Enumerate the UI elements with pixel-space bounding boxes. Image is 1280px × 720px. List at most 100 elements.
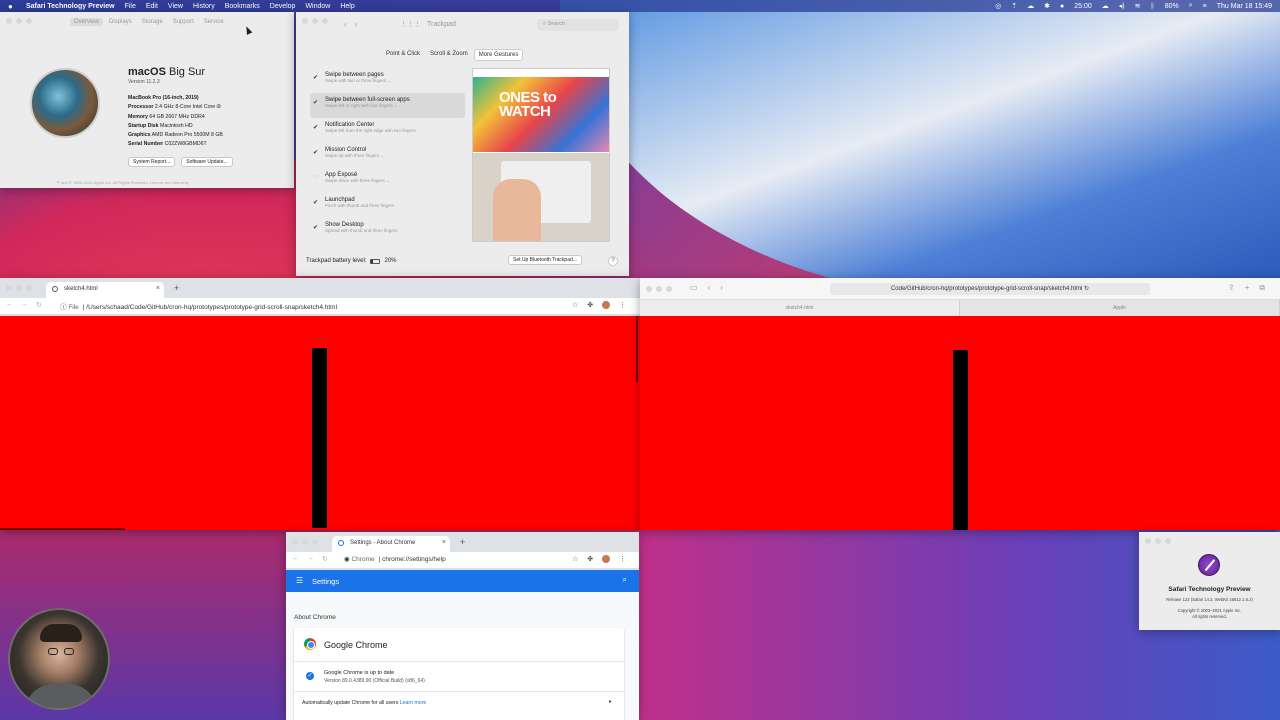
search-field[interactable]: ⌕ Search (537, 19, 619, 31)
browser-tab[interactable]: Settings - About Chrome × (332, 536, 450, 552)
window-controls[interactable] (1145, 538, 1171, 544)
vertical-scrollbar[interactable] (636, 316, 638, 382)
checkbox[interactable]: ✔ (313, 99, 318, 106)
back-icon[interactable]: ‹ (344, 20, 347, 29)
window-controls[interactable] (6, 18, 32, 24)
tab-storage[interactable]: Storage (138, 18, 167, 26)
address-bar[interactable]: ◉ Chrome | chrome://settings/help (344, 555, 446, 563)
browser-tab[interactable]: sketch4.html (640, 300, 960, 316)
menu-file[interactable]: File (125, 3, 136, 10)
upload-icon[interactable]: ☁ (1102, 2, 1109, 10)
search-icon[interactable]: ⌕ (1189, 2, 1193, 10)
gesture-option[interactable]: ✔ Swipe between full-screen apps Swipe lef… (310, 93, 465, 118)
tab-overview[interactable]: Overview (70, 18, 104, 26)
checkbox[interactable]: ✔ (313, 149, 318, 156)
extensions-icon[interactable]: ✤ (587, 555, 593, 563)
chevron-right-icon[interactable]: ▸ (609, 698, 612, 705)
hamburger-menu-icon[interactable]: ☰ (296, 576, 303, 585)
forward-icon[interactable]: → (21, 301, 28, 309)
back-icon[interactable]: ‹ (708, 283, 711, 292)
window-controls[interactable] (292, 539, 318, 545)
window-controls[interactable] (646, 286, 672, 292)
bookmark-star-icon[interactable]: ☆ (572, 301, 578, 309)
battery-status[interactable]: 80% (1165, 3, 1179, 10)
checkbox[interactable]: ✔ (313, 74, 318, 81)
menu-window[interactable]: Window (305, 3, 330, 10)
gear-icon[interactable]: ✱ (1044, 2, 1050, 10)
control-center-icon[interactable]: ≡ (1203, 3, 1207, 10)
menu-edit[interactable]: Edit (146, 3, 158, 10)
auto-update-row[interactable]: Automatically update Chrome for all user… (302, 700, 426, 706)
close-tab-icon[interactable]: × (156, 285, 160, 292)
extensions-icon[interactable]: ✤ (587, 301, 593, 309)
help-button[interactable]: ? (608, 256, 618, 266)
gesture-option[interactable]: ✔ Swipe between pages Swipe with two or th… (310, 68, 465, 93)
tab-displays[interactable]: Displays (105, 18, 136, 26)
browser-tab[interactable]: Apple (960, 300, 1280, 316)
tab-service[interactable]: Service (200, 18, 228, 26)
system-report-button[interactable]: System Report... (128, 157, 176, 167)
gesture-option[interactable]: ○ App Exposé Swipe down with three fingers… (310, 168, 465, 193)
new-tab-icon[interactable]: + (174, 283, 179, 293)
page-content[interactable] (0, 316, 640, 530)
close-tab-icon[interactable]: × (442, 539, 446, 546)
bluetooth-icon[interactable]: ᛒ (1151, 3, 1155, 10)
back-icon[interactable]: ← (6, 301, 13, 309)
menu-help[interactable]: Help (340, 3, 354, 10)
checkbox[interactable]: ✔ (313, 199, 318, 206)
menu-history[interactable]: History (193, 3, 215, 10)
window-controls[interactable] (6, 285, 32, 291)
gesture-option[interactable]: ✔ Launchpad Pinch with thumb and three fin… (310, 193, 465, 218)
forward-icon[interactable]: → (307, 555, 314, 563)
browser-tab[interactable]: sketch4.html × (46, 282, 164, 298)
menu-develop[interactable]: Develop (270, 3, 296, 10)
volume-icon[interactable]: ◂) (1119, 2, 1125, 10)
clock[interactable]: Thu Mar 18 15:49 (1217, 3, 1272, 10)
setup-bluetooth-trackpad-button[interactable]: Set Up Bluetooth Trackpad... (508, 255, 582, 265)
menu-bookmarks[interactable]: Bookmarks (225, 3, 260, 10)
forward-icon[interactable]: › (720, 283, 723, 292)
sidebar-icon[interactable]: ▭ (690, 283, 698, 292)
reload-icon[interactable]: ↻ (36, 301, 42, 309)
bookmark-star-icon[interactable]: ☆ (572, 555, 578, 563)
menu-icon[interactable]: ⋮ (619, 555, 626, 563)
tab-overview-icon[interactable]: ⧉ (1259, 283, 1265, 293)
status-icon[interactable]: ● (1060, 3, 1064, 10)
profile-avatar[interactable] (602, 555, 611, 563)
profile-avatar[interactable] (602, 301, 611, 309)
tab-support[interactable]: Support (169, 18, 198, 26)
tab-scroll-zoom[interactable]: Scroll & Zoom (426, 49, 472, 61)
checkbox[interactable]: ✔ (313, 124, 318, 131)
back-icon[interactable]: ← (292, 555, 299, 563)
software-update-button[interactable]: Software Update... (181, 157, 233, 167)
reload-icon[interactable]: ↻ (322, 555, 328, 563)
cloud-icon[interactable]: ☁ (1027, 2, 1034, 10)
checkbox[interactable]: ✔ (313, 224, 318, 231)
new-tab-icon[interactable]: + (460, 537, 465, 547)
horizontal-scrollbar[interactable] (0, 528, 125, 530)
forward-icon[interactable]: › (355, 20, 358, 29)
checkbox[interactable]: ○ (313, 174, 317, 180)
page-content[interactable] (640, 316, 1280, 530)
address-bar[interactable]: ⓘ File | /Users/schaad/Code/GitHub/cron-h… (60, 301, 337, 311)
apple-menu-icon[interactable]: ● (8, 2, 18, 11)
gesture-option[interactable]: ✔ Show Desktop Spread with thumb and three… (310, 218, 465, 243)
status-icon[interactable]: ◎ (995, 2, 1001, 10)
status-icon[interactable]: ⇡ (1011, 2, 1017, 10)
share-icon[interactable]: ⇪ (1228, 283, 1235, 293)
address-bar[interactable]: Code/GitHub/cron-hq/prototypes/prototype… (830, 283, 1150, 295)
menu-icon[interactable]: ⋮ (619, 301, 626, 309)
search-icon[interactable]: ⌕ (623, 575, 627, 585)
learn-more-link[interactable]: Learn more (400, 700, 427, 706)
gesture-option[interactable]: ✔ Mission Control Swipe up with three fing… (310, 143, 465, 168)
timer-badge[interactable]: 25:00 (1074, 3, 1092, 10)
window-controls[interactable] (302, 18, 328, 24)
gesture-option[interactable]: ✔ Notification Center Swipe left from the … (310, 118, 465, 143)
tab-point-click[interactable]: Point & Click (382, 49, 424, 61)
tab-more-gestures[interactable]: More Gestures (473, 49, 524, 61)
grid-icon[interactable]: ⋮⋮⋮ (400, 20, 421, 28)
app-menu[interactable]: Safari Technology Preview (26, 3, 115, 10)
menu-view[interactable]: View (168, 3, 183, 10)
new-tab-icon[interactable]: + (1245, 283, 1250, 293)
wifi-icon[interactable]: ≋ (1135, 2, 1141, 10)
